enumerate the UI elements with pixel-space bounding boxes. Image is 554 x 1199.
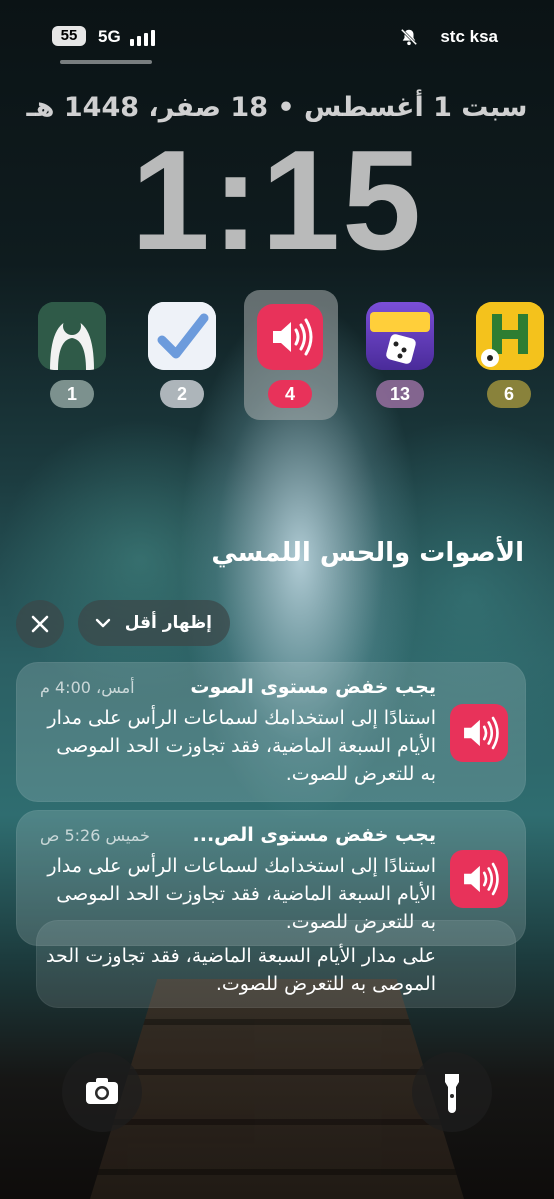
sounds-app-icon[interactable]: [257, 304, 323, 370]
app-icon-1[interactable]: [38, 302, 106, 370]
dynamic-indicator: [60, 60, 152, 64]
notification-card[interactable]: يجب خفض مستوى الصوت أمس، 4:00 م استنادًا…: [16, 662, 526, 802]
camera-icon: [86, 1078, 118, 1104]
person-logo-icon: [38, 302, 106, 370]
party-star-app-icon[interactable]: [366, 302, 434, 370]
badge-party-star: 13: [376, 380, 424, 408]
close-icon: [31, 615, 49, 633]
notification-body: استنادًا إلى استخدامك لسماعات الرأس على …: [47, 707, 436, 785]
status-bar: 55 5G stc ksa: [0, 26, 554, 52]
letter-h-icon: [476, 302, 544, 370]
speaker-icon: [464, 716, 499, 750]
notification-title: يجب خفض مستوى الص...: [192, 824, 436, 846]
camera-button[interactable]: [62, 1052, 142, 1132]
stacked-notification-body: على مدار الأيام السبعة الماضية، فقد تجاو…: [46, 945, 436, 995]
app-icon-2[interactable]: [148, 302, 216, 370]
clear-group-button[interactable]: [16, 600, 64, 648]
speaker-icon: [273, 318, 313, 356]
notification-title: يجب خفض مستوى الصوت: [190, 676, 436, 698]
notification-time: أمس، 4:00 م: [40, 678, 135, 697]
badge-app-2: 2: [160, 380, 204, 408]
h-game-app-icon[interactable]: [476, 302, 544, 370]
show-less-button[interactable]: إظهار أقل: [78, 600, 230, 646]
flashlight-icon: [445, 1074, 459, 1113]
notification-group-title: الأصوات والحس اللمسي: [211, 538, 524, 568]
show-less-label: إظهار أقل: [124, 613, 212, 633]
flashlight-button[interactable]: [412, 1052, 492, 1132]
badge-app-1: 1: [50, 380, 94, 408]
notification-time: خميس 5:26 ص: [40, 826, 150, 845]
badge-h-game: 6: [487, 380, 531, 408]
carrier-name: stc ksa: [440, 27, 498, 46]
chevron-down-icon: [95, 618, 111, 628]
notification-body: استنادًا إلى استخدامك لسماعات الرأس على …: [47, 855, 436, 933]
checkmark-icon: [148, 302, 216, 370]
notification-card[interactable]: يجب خفض مستوى الص... خميس 5:26 ص استنادً…: [16, 810, 526, 946]
speaker-icon: [464, 862, 499, 896]
badge-sounds: 4: [268, 380, 312, 408]
lock-date: سبت 1 أغسطس • 18 صفر، 1448 هـ: [26, 92, 528, 123]
sounds-notification-icon: [450, 704, 508, 762]
dice-icon: [370, 312, 430, 364]
lock-time[interactable]: 1:15: [0, 126, 554, 276]
bell-slash-icon: [400, 28, 418, 46]
sounds-notification-icon: [450, 850, 508, 908]
network-type: 5G: [98, 27, 121, 46]
battery-indicator: 55: [52, 26, 86, 46]
signal-icon: [130, 30, 160, 46]
